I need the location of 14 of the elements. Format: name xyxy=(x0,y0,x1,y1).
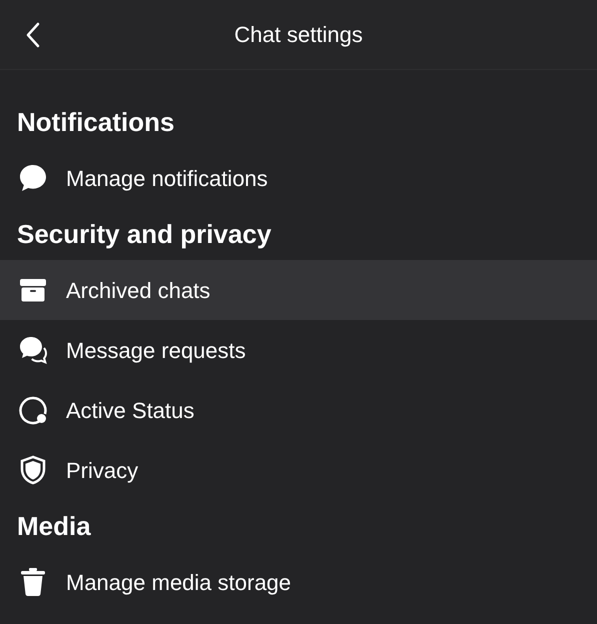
active-status-ring-icon xyxy=(17,394,49,426)
section-heading: Notifications xyxy=(17,106,174,138)
item-label: Privacy xyxy=(66,456,138,485)
item-label: Message requests xyxy=(66,336,246,365)
section-heading: Media xyxy=(17,510,91,542)
item-label: Manage notifications xyxy=(66,164,268,193)
item-label: Manage media storage xyxy=(66,568,292,597)
screen-title: Chat settings xyxy=(234,21,363,49)
section-heading: Security and privacy xyxy=(17,218,272,250)
item-label: Active Status xyxy=(66,396,194,424)
settings-item[interactable]: Archived chats xyxy=(0,260,597,320)
two-speech-bubbles-icon xyxy=(17,334,49,366)
item-label: Archived chats xyxy=(66,276,210,304)
speech-bubble-icon xyxy=(17,162,49,194)
